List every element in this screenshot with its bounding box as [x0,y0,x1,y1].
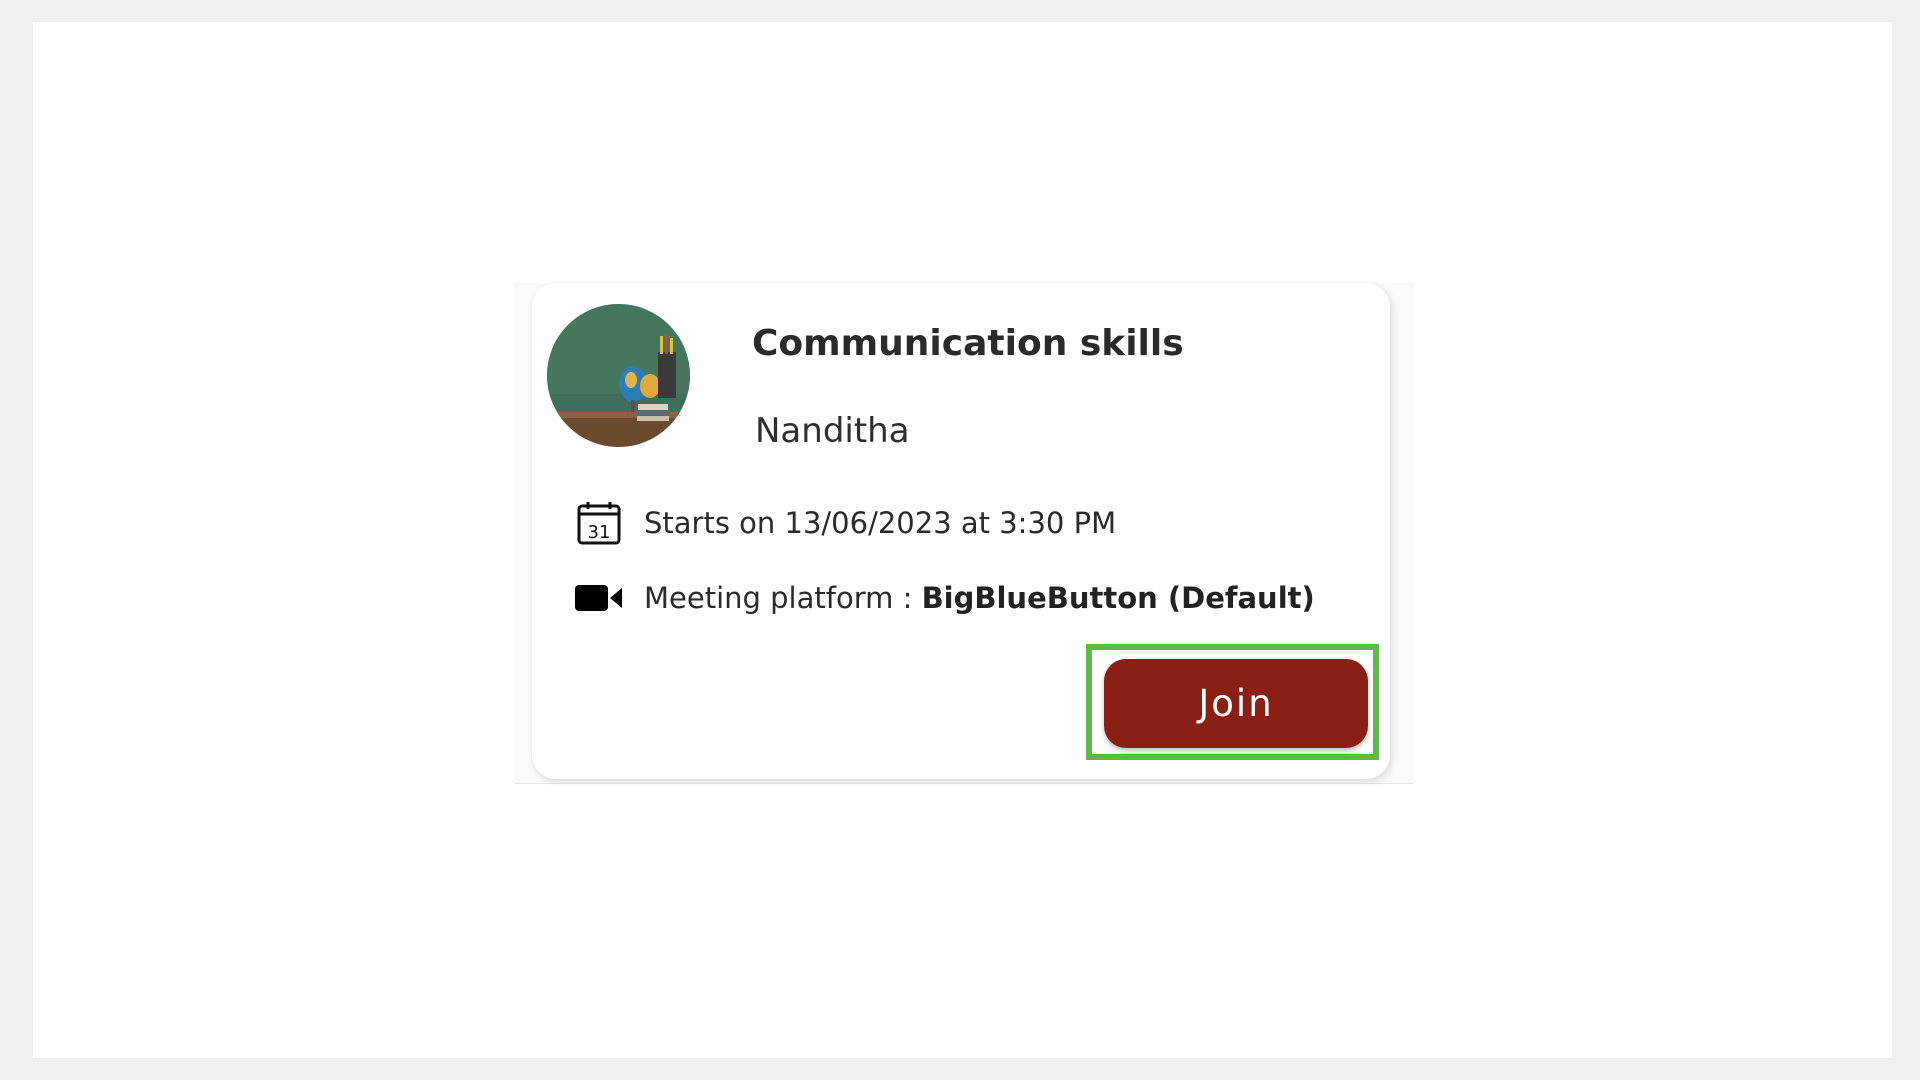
session-title: Communication skills [752,323,1184,364]
session-author: Nanditha [755,411,910,451]
platform-text: Meeting platform : BigBlueButton (Defaul… [644,581,1315,615]
session-thumbnail [547,304,690,447]
session-card: Communication skills Nanditha 31 Starts … [532,283,1390,779]
page-frame: Communication skills Nanditha 31 Starts … [33,22,1892,1058]
video-camera-icon [574,573,624,623]
schedule-row: 31 Starts on 13/06/2023 at 3:30 PM [574,498,1116,548]
platform-row: Meeting platform : BigBlueButton (Defaul… [574,573,1315,623]
schedule-text: Starts on 13/06/2023 at 3:30 PM [644,506,1117,540]
calendar-day: 31 [588,522,611,543]
platform-value: BigBlueButton (Default) [921,581,1315,615]
calendar-icon: 31 [574,498,624,548]
platform-label: Meeting platform : [644,581,922,615]
join-button[interactable]: Join [1104,659,1368,748]
